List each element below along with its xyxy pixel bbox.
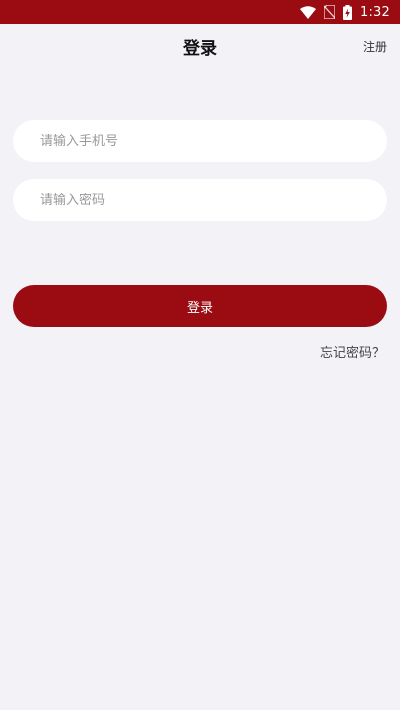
register-link[interactable]: 注册	[363, 38, 387, 55]
status-time: 1:32	[360, 4, 390, 20]
login-screen: 1:32 登录 注册 登录 忘记密码？	[0, 0, 400, 710]
wifi-icon	[300, 5, 316, 19]
status-bar: 1:32	[0, 0, 400, 24]
battery-charging-icon	[343, 4, 352, 20]
password-input-container	[13, 179, 387, 221]
forgot-password-link[interactable]: 忘记密码？	[320, 342, 385, 361]
phone-input[interactable]	[40, 133, 360, 149]
no-sim-icon	[324, 5, 335, 19]
password-input[interactable]	[40, 192, 360, 208]
login-button[interactable]: 登录	[13, 285, 387, 327]
phone-input-container	[13, 120, 387, 162]
page-title: 登录	[183, 39, 217, 59]
header: 登录 注册	[0, 24, 400, 66]
